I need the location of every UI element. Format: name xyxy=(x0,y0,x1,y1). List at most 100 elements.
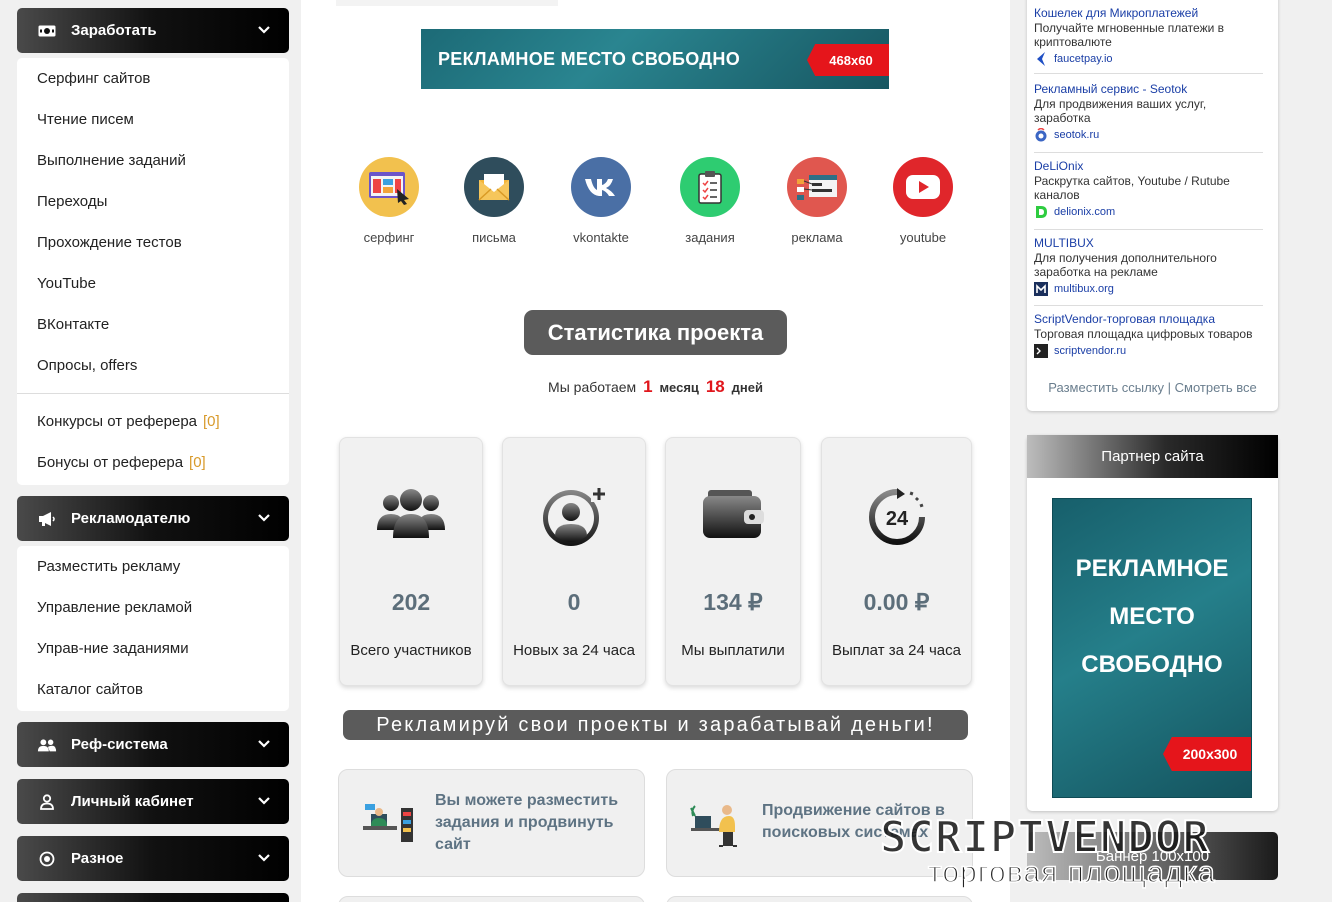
target-icon xyxy=(37,851,57,867)
menu-item-tasks[interactable]: Выполнение заданий xyxy=(17,140,289,181)
category-mail[interactable]: письма xyxy=(444,157,544,245)
seo-worker-icon xyxy=(689,802,741,853)
chevron-down-icon xyxy=(258,740,270,748)
ad-site-url: scriptvendor.ru xyxy=(1054,345,1127,357)
category-ads[interactable]: реклама xyxy=(767,157,867,245)
category-youtube[interactable]: youtube xyxy=(873,157,973,245)
menu-item-manage-tasks[interactable]: Управ-ние заданиями xyxy=(17,628,289,669)
promo-card-more-2[interactable] xyxy=(666,896,973,902)
menu-item-clicks[interactable]: Переходы xyxy=(17,181,289,222)
menu-earn-list: Серфинг сайтов Чтение писем Выполнение з… xyxy=(17,58,289,485)
stat-value: 202 xyxy=(391,589,431,615)
context-ad[interactable]: Кошелек для Микроплатежей Получайте мгно… xyxy=(1034,6,1263,66)
working-months: 1 xyxy=(643,377,653,396)
stat-card-new-users: 0 Новых за 24 часа xyxy=(502,437,646,686)
ad-title[interactable]: MULTIBUX xyxy=(1034,236,1263,250)
users-icon xyxy=(340,486,482,548)
24h-icon: 24 xyxy=(822,486,971,548)
menu-advertiser-header[interactable]: Рекламодателю xyxy=(17,496,289,541)
faucetpay-icon xyxy=(1034,52,1048,66)
place-link-button[interactable]: Разместить ссылку xyxy=(1048,380,1164,395)
banner300-line: РЕКЛАМНОЕ xyxy=(1075,555,1229,582)
banner300-line: СВОБОДНО xyxy=(1081,651,1223,678)
ad-banner-468x60[interactable]: РЕКЛАМНОЕ МЕСТО СВОБОДНО 468x60 xyxy=(421,29,889,89)
ref-bonuses-label: Бонусы от реферера xyxy=(37,454,184,471)
category-icons: серфинг письма vkontakte задания реклама xyxy=(301,157,1010,257)
wallet-icon xyxy=(666,486,800,542)
chevron-down-icon xyxy=(258,854,270,862)
office-worker-icon xyxy=(361,804,417,851)
ad-divider xyxy=(1034,305,1263,306)
ad-site[interactable]: multibux.org xyxy=(1034,282,1263,296)
ad-title[interactable]: DeLiOnix xyxy=(1034,159,1263,173)
ad-site[interactable]: faucetpay.io xyxy=(1034,52,1263,66)
ad-title[interactable]: Рекламный сервис - Seotok xyxy=(1034,82,1263,96)
ref-contests-label: Конкурсы от реферера xyxy=(37,413,198,430)
category-surfing[interactable]: серфинг xyxy=(339,157,439,245)
ad-description: Получайте мгновенные платежи в криптовал… xyxy=(1034,21,1225,49)
stat-caption: Новых за 24 часа xyxy=(513,642,635,659)
working-duration: Мы работаем 1 месяц 18 дней xyxy=(301,377,1010,397)
ad-site[interactable]: seotok.ru xyxy=(1034,128,1263,142)
clipboard-icon xyxy=(680,157,740,217)
menu-ref-system-header[interactable]: Реф-система xyxy=(17,722,289,767)
menu-item-surveys[interactable]: Опросы, offers xyxy=(17,345,289,386)
ad-site[interactable]: delionix.com xyxy=(1034,205,1263,219)
chevron-down-icon xyxy=(258,514,270,522)
seotok-icon xyxy=(1034,128,1048,142)
context-ad[interactable]: Рекламный сервис - Seotok Для продвижени… xyxy=(1034,82,1263,142)
vk-icon xyxy=(571,157,631,217)
user-icon xyxy=(37,793,57,810)
context-links-footer: Разместить ссылку | Смотреть все xyxy=(1027,380,1278,395)
view-all-link[interactable]: Смотреть все xyxy=(1175,380,1257,395)
delionix-icon xyxy=(1034,205,1048,219)
menu-item-youtube[interactable]: YouTube xyxy=(17,263,289,304)
stat-card-payouts-24h: 24 0.00 ₽ Выплат за 24 часа xyxy=(821,437,972,686)
menu-item-tests[interactable]: Прохождение тестов xyxy=(17,222,289,263)
ad-banner-200x300[interactable]: РЕКЛАМНОЕ МЕСТО СВОБОДНО 200x300 xyxy=(1052,498,1252,798)
context-ad[interactable]: MULTIBUX Для получения дополнительного з… xyxy=(1034,236,1263,296)
menu-cabinet-title: Личный кабинет xyxy=(71,793,194,810)
stat-value: 134 ₽ xyxy=(703,589,763,615)
menu-item-place-ad[interactable]: Разместить рекламу xyxy=(17,546,289,587)
promo-card-seo[interactable]: Продвижение сайтов в поисковых системах xyxy=(666,769,973,877)
menu-item-surfing[interactable]: Серфинг сайтов xyxy=(17,58,289,99)
ad-title[interactable]: Кошелек для Микроплатежей xyxy=(1034,6,1263,20)
youtube-icon xyxy=(893,157,953,217)
menu-misc-header[interactable]: Разное xyxy=(17,836,289,881)
banner300-text: РЕКЛАМНОЕ МЕСТО СВОБОДНО xyxy=(1053,545,1251,689)
ad-site[interactable]: scriptvendor.ru xyxy=(1034,344,1263,358)
category-tasks[interactable]: задания xyxy=(660,157,760,245)
stats-title: Статистика проекта xyxy=(524,310,787,355)
ad-description: Для получения дополнительного заработка … xyxy=(1034,251,1217,279)
banner300-size-tag: 200x300 xyxy=(1163,737,1251,771)
stat-caption: Мы выплатили xyxy=(681,642,785,659)
menu-advertiser-title: Рекламодателю xyxy=(71,510,191,527)
menu-item-manage-ads[interactable]: Управление рекламой xyxy=(17,587,289,628)
promo-card-tasks[interactable]: Вы можете разместить задания и продвинут… xyxy=(338,769,645,877)
category-label: vkontakte xyxy=(573,230,629,245)
category-label: серфинг xyxy=(363,230,415,245)
context-ad[interactable]: DeLiOnix Раскрутка сайтов, Youtube / Rut… xyxy=(1034,159,1263,219)
multibux-icon xyxy=(1034,282,1048,296)
promo-card-more-1[interactable] xyxy=(338,896,645,902)
ad-divider xyxy=(1034,73,1263,74)
working-days: 18 xyxy=(705,377,725,396)
category-vk[interactable]: vkontakte xyxy=(551,157,651,245)
menu-item-mail-reading[interactable]: Чтение писем xyxy=(17,99,289,140)
ad-title[interactable]: ScriptVendor-торговая площадка xyxy=(1034,312,1263,326)
menu-next-header[interactable] xyxy=(17,893,289,902)
menu-item-vk[interactable]: ВКонтакте xyxy=(17,304,289,345)
menu-item-ref-bonuses[interactable]: Бонусы от реферера [0] xyxy=(17,442,289,483)
main-content: РЕКЛАМНОЕ МЕСТО СВОБОДНО 468x60 серфинг … xyxy=(301,0,1010,902)
ad-divider xyxy=(1034,229,1263,230)
ad-site-url: faucetpay.io xyxy=(1054,53,1113,65)
menu-earn-header[interactable]: Заработать xyxy=(17,8,289,53)
scriptvendor-icon xyxy=(1034,344,1048,358)
context-ad[interactable]: ScriptVendor-торговая площадка Торговая … xyxy=(1034,312,1263,358)
banner-text: РЕКЛАМНОЕ МЕСТО СВОБОДНО xyxy=(438,49,741,69)
menu-item-site-catalog[interactable]: Каталог сайтов xyxy=(17,669,289,710)
menu-cabinet-header[interactable]: Личный кабинет xyxy=(17,779,289,824)
envelope-icon xyxy=(464,157,524,217)
menu-item-ref-contests[interactable]: Конкурсы от реферера [0] xyxy=(17,401,289,442)
